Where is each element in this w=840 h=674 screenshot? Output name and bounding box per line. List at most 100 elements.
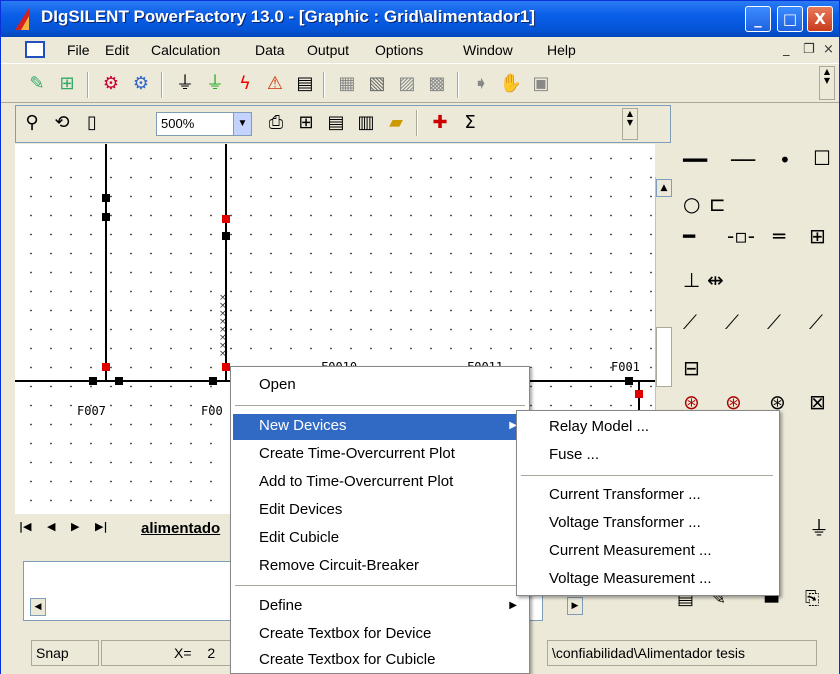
- breaker-node[interactable]: [222, 363, 230, 371]
- menu-voltage-measurement[interactable]: Voltage Measurement ...: [519, 567, 777, 593]
- earthing-switch-tool-icon[interactable]: ⟋: [809, 310, 823, 334]
- double-bus-tool-icon[interactable]: ═: [773, 224, 785, 248]
- copy-icon[interactable]: ▩: [425, 73, 449, 95]
- scroll-thumb[interactable]: [656, 327, 672, 387]
- zoom-select[interactable]: 500% ▼: [156, 112, 252, 136]
- circle-tool-icon[interactable]: ○: [683, 192, 700, 216]
- menu-window[interactable]: Window: [463, 42, 513, 58]
- menu-data[interactable]: Data: [255, 42, 285, 58]
- mdi-restore-button[interactable]: ❐: [803, 42, 815, 57]
- rect-tool-icon[interactable]: ⊏: [709, 192, 726, 216]
- folder-open-icon[interactable]: ▰: [384, 112, 408, 134]
- terminal-tool-icon[interactable]: ━: [683, 224, 695, 248]
- earth-tool-icon[interactable]: ⏚: [809, 516, 829, 540]
- coupler-tool-icon[interactable]: ⇹: [707, 268, 724, 292]
- calc-icon[interactable]: ▣: [529, 73, 553, 95]
- report-icon[interactable]: ▤: [293, 73, 317, 95]
- menu-voltage-transformer[interactable]: Voltage Transformer ...: [519, 511, 777, 537]
- clipboard-icon[interactable]: ⎘: [805, 587, 819, 611]
- print-icon[interactable]: ⎙: [264, 112, 288, 134]
- menu-create-plot[interactable]: Create Time-Overcurrent Plot: [233, 442, 527, 468]
- tab-prev-button[interactable]: ◀: [47, 520, 55, 533]
- minimize-button[interactable]: _: [745, 6, 771, 32]
- scroll-up-button[interactable]: ▲: [656, 179, 672, 197]
- switch-node[interactable]: [222, 232, 230, 240]
- load-flow-icon[interactable]: ⚙: [99, 73, 123, 95]
- hand-icon[interactable]: ✋: [499, 73, 523, 95]
- fault-icon[interactable]: ϟ: [233, 73, 257, 95]
- menu-edit-devices[interactable]: Edit Devices: [233, 498, 527, 524]
- grid-tool-icon[interactable]: ⊠: [809, 390, 826, 414]
- menu-current-measurement[interactable]: Current Measurement ...: [519, 539, 777, 565]
- zoom-back-icon[interactable]: ⟲: [50, 112, 74, 134]
- study-case-icon[interactable]: ▧: [365, 73, 389, 95]
- tab-first-button[interactable]: |◀: [19, 520, 31, 533]
- switch-node[interactable]: [209, 377, 217, 385]
- menu-help[interactable]: Help: [547, 42, 576, 58]
- title-bar[interactable]: DIgSILENT PowerFactory 13.0 - [Graphic :…: [1, 1, 839, 37]
- menu-output[interactable]: Output: [307, 42, 349, 58]
- menu-open[interactable]: Open: [233, 373, 527, 399]
- menu-define[interactable]: Define ▶: [233, 594, 527, 620]
- menu-add-plot[interactable]: Add to Time-Overcurrent Plot: [233, 470, 527, 496]
- menu-new-devices[interactable]: New Devices ▶: [233, 414, 527, 440]
- options-icon[interactable]: ▨: [395, 73, 419, 95]
- switch-node[interactable]: [625, 377, 633, 385]
- simulation-icon[interactable]: ⏚: [203, 73, 227, 95]
- maximize-button[interactable]: □: [777, 6, 803, 32]
- short-circuit-icon[interactable]: ⚙: [129, 73, 153, 95]
- breaker-node[interactable]: [102, 363, 110, 371]
- switch-node[interactable]: [102, 213, 110, 221]
- new-page-icon[interactable]: ▥: [354, 112, 378, 134]
- load-switch-tool-icon[interactable]: ⟋: [725, 310, 739, 334]
- sum-icon[interactable]: Σ: [458, 112, 482, 134]
- edit-data-icon[interactable]: ✎: [25, 73, 49, 95]
- breaker-node[interactable]: [222, 215, 230, 223]
- menu-remove-breaker[interactable]: Remove Circuit-Breaker: [233, 554, 527, 580]
- tab-alimentador[interactable]: alimentado: [141, 520, 220, 537]
- mdi-close-button[interactable]: ×: [823, 42, 834, 57]
- busbar-tool-icon[interactable]: ━━: [683, 148, 707, 172]
- menu-fuse[interactable]: Fuse ...: [519, 443, 777, 469]
- feeder-line[interactable]: [105, 144, 107, 380]
- insert-icon[interactable]: ▤: [324, 112, 348, 134]
- fuse-tool-icon[interactable]: ⊟: [683, 356, 700, 380]
- menu-textbox-cubicle[interactable]: Create Textbox for Cubicle: [233, 648, 527, 674]
- menu-calculation[interactable]: Calculation: [151, 42, 220, 58]
- reliability-icon[interactable]: ⚠: [263, 73, 287, 95]
- graphic-toolbar-scroll[interactable]: ▲ ▼: [622, 108, 638, 140]
- graph-icon[interactable]: ▦: [335, 73, 359, 95]
- menu-options[interactable]: Options: [375, 42, 423, 58]
- toolbar-scroll[interactable]: ▲ ▼: [819, 66, 835, 100]
- harmonics-icon[interactable]: ⏚: [173, 73, 197, 95]
- scroll-right-button[interactable]: ▶: [567, 597, 583, 615]
- switch-tool-icon[interactable]: -▫-: [727, 224, 755, 248]
- switch-node[interactable]: [102, 194, 110, 202]
- scroll-left-button[interactable]: ◀: [30, 598, 46, 616]
- menu-edit[interactable]: Edit: [105, 42, 129, 58]
- mdi-minimize-button[interactable]: _: [783, 42, 790, 57]
- tab-next-button[interactable]: ▶: [71, 520, 79, 533]
- switch-node[interactable]: [89, 377, 97, 385]
- switch-node[interactable]: [115, 377, 123, 385]
- breaker-tool-icon[interactable]: ⊥: [683, 268, 700, 292]
- box-tool-icon[interactable]: ☐: [813, 146, 831, 170]
- snap-toggle[interactable]: Snap: [31, 640, 99, 666]
- crosshair-icon[interactable]: ✚: [428, 112, 452, 134]
- node-tool-icon[interactable]: •: [779, 148, 791, 172]
- page-icon[interactable]: ▯: [80, 112, 104, 134]
- menu-textbox-device[interactable]: Create Textbox for Device: [233, 622, 527, 648]
- menu-edit-cubicle[interactable]: Edit Cubicle: [233, 526, 527, 552]
- transformer-tool-icon[interactable]: ⊞: [809, 224, 826, 248]
- breaker-node[interactable]: [635, 390, 643, 398]
- close-button[interactable]: X: [807, 6, 833, 32]
- menu-relay-model[interactable]: Relay Model ...: [519, 415, 777, 441]
- zoom-icon[interactable]: ⚲: [20, 112, 44, 134]
- menu-file[interactable]: File: [67, 42, 90, 58]
- network-data-icon[interactable]: ⊞: [55, 73, 79, 95]
- disconnector-tool-icon[interactable]: ⟋: [683, 310, 697, 334]
- chevron-down-icon[interactable]: ▼: [233, 113, 251, 135]
- fuse-switch-tool-icon[interactable]: ⟋: [767, 310, 781, 334]
- menu-current-transformer[interactable]: Current Transformer ...: [519, 483, 777, 509]
- document-icon[interactable]: [25, 41, 45, 58]
